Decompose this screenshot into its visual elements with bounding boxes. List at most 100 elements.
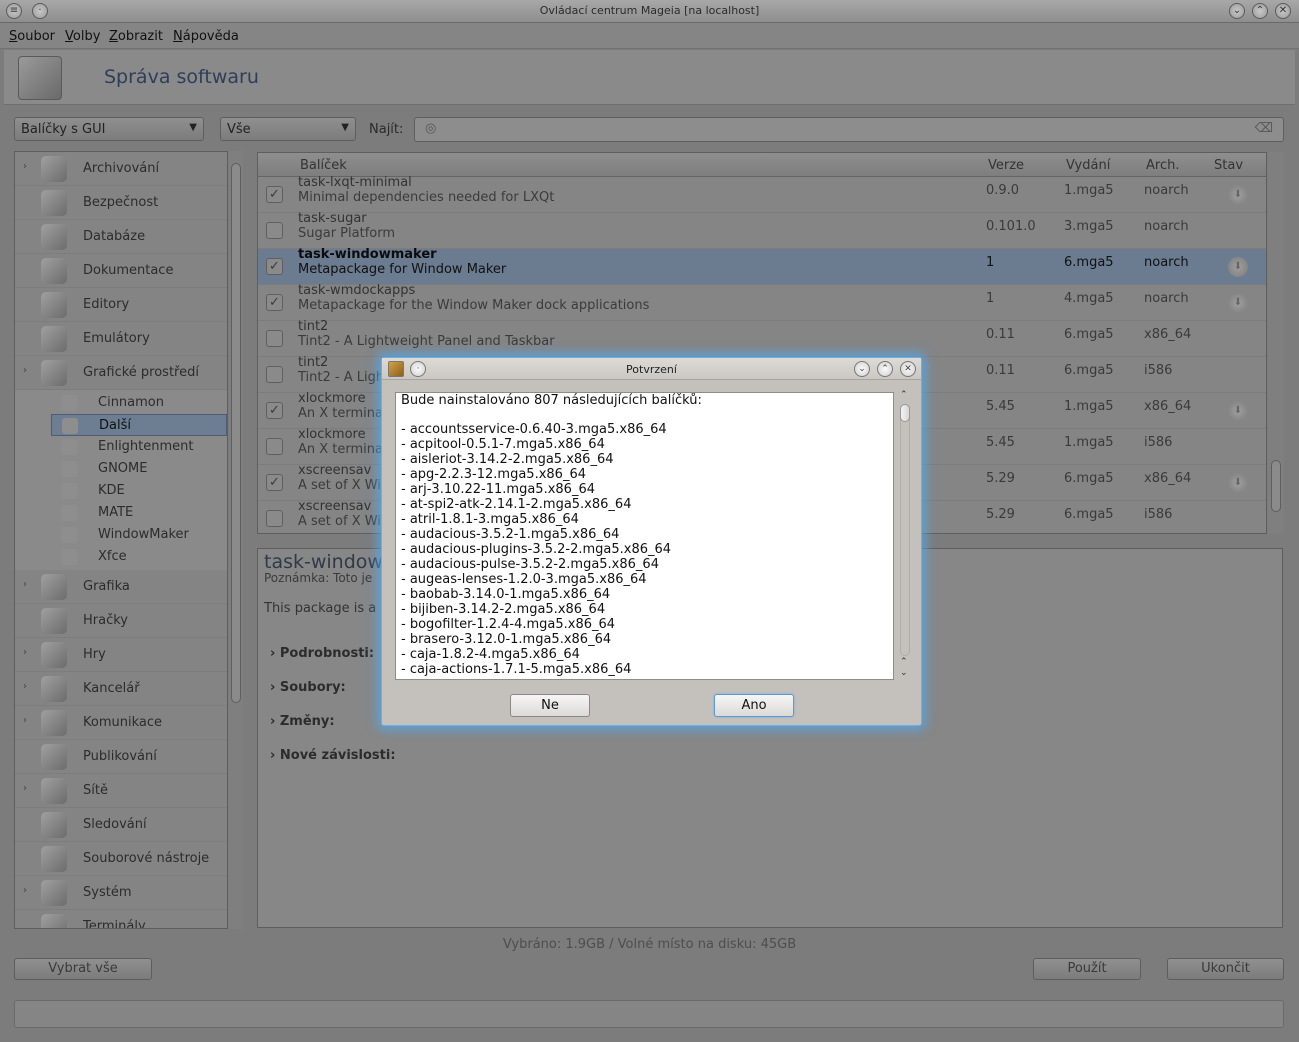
tree-item-label: Hračky bbox=[83, 613, 128, 628]
chevron-down-icon: ▼ bbox=[189, 122, 197, 133]
tree-subitem[interactable]: WindowMaker bbox=[51, 524, 227, 546]
tree-item[interactable]: › Kancelář bbox=[15, 672, 227, 706]
col-status[interactable]: Stav bbox=[1214, 158, 1243, 173]
package-checkbox[interactable]: ✓ bbox=[266, 294, 283, 311]
expander-icon[interactable]: › bbox=[23, 885, 27, 896]
expander-icon[interactable]: › bbox=[23, 647, 27, 658]
quit-button[interactable]: Ukončit bbox=[1167, 958, 1284, 980]
section-new-deps[interactable]: › Nové závislosti: bbox=[270, 748, 396, 763]
col-arch[interactable]: Arch. bbox=[1146, 158, 1179, 173]
minimize-icon[interactable]: ⌄ bbox=[1229, 3, 1245, 19]
menu-volby[interactable]: Volby bbox=[65, 29, 100, 44]
tree-item[interactable]: Terminály bbox=[15, 910, 227, 928]
package-filter-combo[interactable]: Balíčky s GUI ▼ bbox=[14, 117, 204, 141]
package-checkbox[interactable] bbox=[266, 222, 283, 239]
clear-icon[interactable]: ⌫ bbox=[1255, 121, 1273, 136]
package-release: 3.mga5 bbox=[1064, 219, 1114, 234]
expander-icon[interactable]: › bbox=[23, 579, 27, 590]
category-icon bbox=[41, 608, 67, 634]
package-list-item: - accountsservice-0.6.40-3.mga5.x86_64 bbox=[401, 422, 667, 437]
category-icon bbox=[41, 710, 67, 736]
tree-subitem-label: WindowMaker bbox=[98, 527, 189, 542]
section-details[interactable]: › Podrobnosti: bbox=[270, 646, 374, 661]
tree-subitem[interactable]: KDE bbox=[51, 480, 227, 502]
tree-item[interactable]: › Archivování bbox=[15, 152, 227, 186]
tree-item[interactable]: Bezpečnost bbox=[15, 186, 227, 220]
minimize-icon[interactable]: ⌄ bbox=[854, 361, 870, 377]
expander-icon[interactable]: › bbox=[23, 681, 27, 692]
package-checkbox[interactable] bbox=[266, 330, 283, 347]
maximize-icon[interactable]: ⌃ bbox=[1252, 3, 1268, 19]
close-icon[interactable]: ✕ bbox=[900, 361, 916, 377]
expander-icon[interactable]: › bbox=[23, 365, 27, 376]
expander-icon[interactable]: › bbox=[23, 715, 27, 726]
package-checkbox[interactable] bbox=[266, 366, 283, 383]
package-checkbox[interactable]: ✓ bbox=[266, 474, 283, 491]
tree-item[interactable]: Publikování bbox=[15, 740, 227, 774]
tree-item-label: Komunikace bbox=[83, 715, 162, 730]
tree-subitem[interactable]: Cinnamon bbox=[51, 392, 227, 414]
select-all-button[interactable]: Vybrat vše bbox=[14, 958, 152, 980]
tree-subitem[interactable]: Enlightenment bbox=[51, 436, 227, 458]
table-row[interactable]: task-sugar Sugar Platform 0.101.0 3.mga5 noa… bbox=[258, 211, 1266, 249]
tree-item-label: Archivování bbox=[83, 161, 160, 176]
package-version: 5.45 bbox=[986, 399, 1015, 414]
tree-item[interactable]: Hračky bbox=[15, 604, 227, 638]
tree-subitem[interactable]: Xfce bbox=[51, 546, 227, 568]
package-list-box[interactable]: Bude nainstalováno 807 následujících bal… bbox=[395, 392, 894, 680]
tree-subitem[interactable]: Další bbox=[51, 414, 227, 436]
tree-item[interactable]: Sledování bbox=[15, 808, 227, 842]
tree-item[interactable]: › Systém bbox=[15, 876, 227, 910]
package-checkbox[interactable]: ✓ bbox=[266, 402, 283, 419]
col-release[interactable]: Vydání bbox=[1066, 158, 1110, 173]
package-checkbox[interactable]: ✓ bbox=[266, 258, 283, 275]
tree-item[interactable]: › Grafické prostředí bbox=[15, 356, 227, 390]
expander-icon[interactable]: › bbox=[23, 161, 27, 172]
tree-item[interactable]: Editory bbox=[15, 288, 227, 322]
tree-item[interactable]: Emulátory bbox=[15, 322, 227, 356]
tree-item[interactable]: Databáze bbox=[15, 220, 227, 254]
category-icon bbox=[41, 812, 67, 838]
dialog-scrollbar[interactable]: ⌃ ⌃ ⌄ bbox=[897, 390, 913, 680]
table-scrollbar[interactable] bbox=[1268, 152, 1284, 534]
apply-button[interactable]: Použít bbox=[1033, 958, 1141, 980]
table-row[interactable]: ✓ task-lxqt-minimal Minimal dependencies n… bbox=[258, 175, 1266, 213]
table-row[interactable]: ✓ task-windowmaker Metapackage for Window … bbox=[258, 247, 1266, 285]
no-button[interactable]: Ne bbox=[510, 694, 590, 717]
scroll-up-icon[interactable]: ⌃ bbox=[900, 657, 908, 667]
package-version: 0.11 bbox=[986, 327, 1015, 342]
expander-icon[interactable]: › bbox=[23, 783, 27, 794]
col-version[interactable]: Verze bbox=[988, 158, 1024, 173]
yes-button[interactable]: Ano bbox=[714, 694, 794, 717]
tree-item[interactable]: Dokumentace bbox=[15, 254, 227, 288]
section-files[interactable]: › Soubory: bbox=[270, 680, 346, 695]
menu-napoveda[interactable]: Nápověda bbox=[173, 29, 239, 44]
tree-scrollbar[interactable] bbox=[229, 151, 243, 929]
package-arch: x86_64 bbox=[1144, 471, 1192, 486]
search-input[interactable]: ◎ ⌫ bbox=[414, 117, 1284, 142]
package-checkbox[interactable] bbox=[266, 438, 283, 455]
package-list-item: - arj-3.10.22-11.mga5.x86_64 bbox=[401, 482, 595, 497]
table-row[interactable]: tint2 Tint2 - A Lightweight Panel and Tas… bbox=[258, 319, 1266, 357]
menu-zobrazit[interactable]: Zobrazit bbox=[109, 29, 163, 44]
package-checkbox[interactable]: ✓ bbox=[266, 186, 283, 203]
tree-item[interactable]: › Sítě bbox=[15, 774, 227, 808]
maximize-icon[interactable]: ⌃ bbox=[877, 361, 893, 377]
tree-item[interactable]: › Hry bbox=[15, 638, 227, 672]
col-package[interactable]: Balíček bbox=[300, 158, 347, 173]
menu-soubor[interactable]: Soubor bbox=[9, 29, 55, 44]
tree-subitem[interactable]: GNOME bbox=[51, 458, 227, 480]
package-checkbox[interactable] bbox=[266, 510, 283, 527]
tree-item[interactable]: › Grafika bbox=[15, 570, 227, 604]
tree-subitem[interactable]: MATE bbox=[51, 502, 227, 524]
close-icon[interactable]: ✕ bbox=[1275, 3, 1291, 19]
dialog-heading: Bude nainstalováno 807 následujících bal… bbox=[401, 393, 702, 408]
status-filter-combo[interactable]: Vše ▼ bbox=[220, 117, 356, 141]
section-changes[interactable]: › Změny: bbox=[270, 714, 335, 729]
tree-item[interactable]: Souborové nástroje bbox=[15, 842, 227, 876]
scroll-up-icon[interactable]: ⌃ bbox=[900, 390, 908, 400]
package-release: 1.mga5 bbox=[1064, 183, 1114, 198]
table-row[interactable]: ✓ task-wmdockapps Metapackage for the Wind… bbox=[258, 283, 1266, 321]
tree-item[interactable]: › Komunikace bbox=[15, 706, 227, 740]
scroll-down-icon[interactable]: ⌄ bbox=[900, 668, 908, 678]
